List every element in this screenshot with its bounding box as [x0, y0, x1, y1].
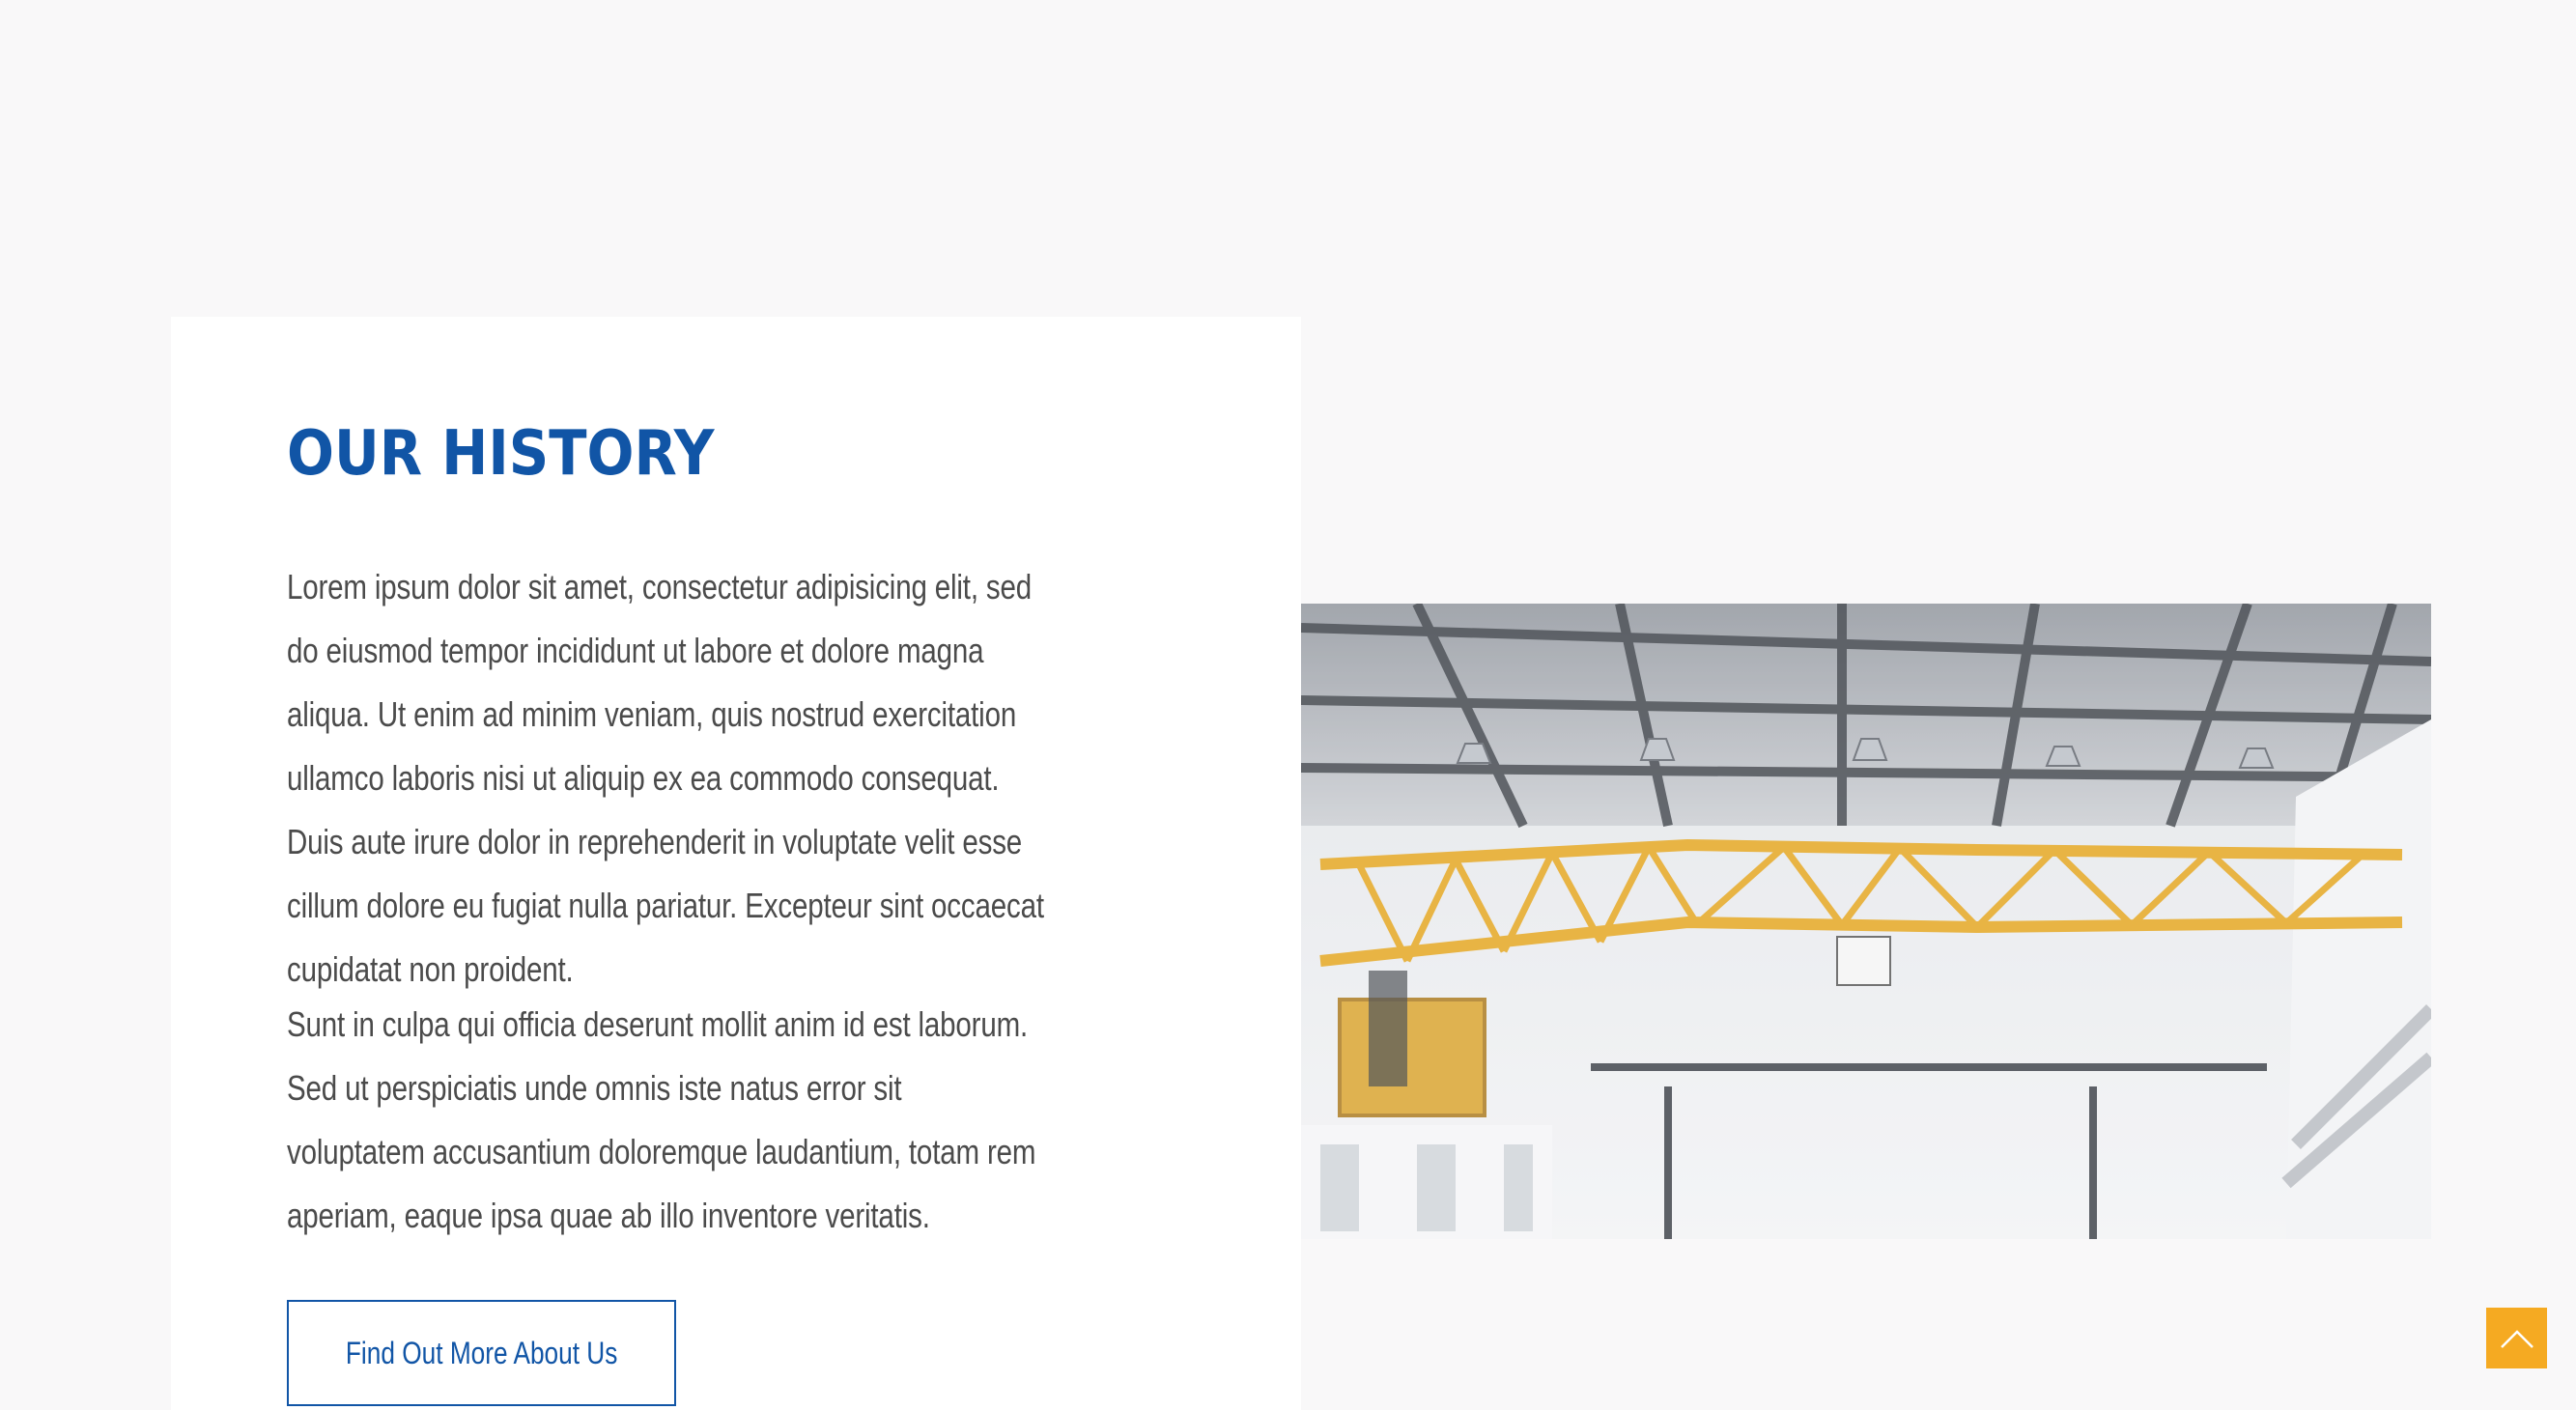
- find-out-more-button[interactable]: Find Out More About Us: [287, 1300, 676, 1406]
- history-paragraph-2: Sunt in culpa qui officia deserunt molli…: [287, 1004, 1036, 1235]
- scroll-to-top-button[interactable]: [2486, 1308, 2547, 1368]
- chevron-up-icon: [2500, 1329, 2534, 1348]
- factory-crane-image: [1301, 604, 2431, 1239]
- history-paragraph-1: Lorem ipsum dolor sit amet, consectetur …: [287, 567, 1044, 989]
- history-card: OUR HISTORY Lorem ipsum dolor sit amet, …: [171, 317, 1301, 1410]
- find-out-more-label: Find Out More About Us: [345, 1335, 618, 1370]
- section-title: OUR HISTORY: [287, 418, 715, 490]
